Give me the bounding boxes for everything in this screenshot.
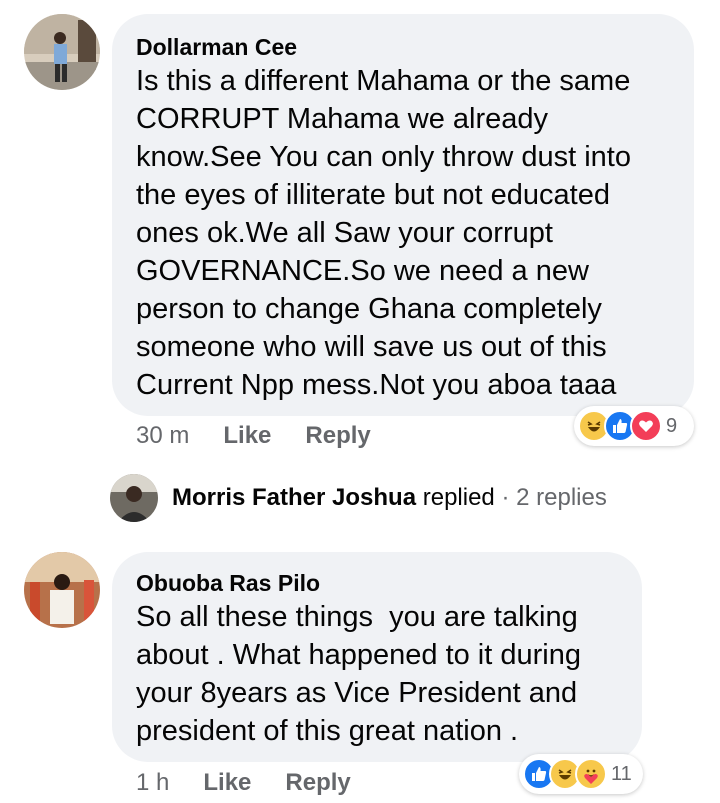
reply-separator: · (501, 484, 510, 511)
view-replies-link[interactable]: Morris Father Joshua replied · 2 replies (172, 481, 607, 515)
like-button[interactable]: Like (203, 769, 251, 797)
comment-author[interactable]: Dollarman Cee (136, 32, 670, 62)
comment-bubble: Obuoba Ras Pilo So all these things you … (112, 552, 642, 762)
reply-button[interactable]: Reply (285, 769, 350, 797)
like-button[interactable]: Like (223, 422, 271, 450)
comment-timestamp[interactable]: 30 m (136, 422, 189, 450)
avatar[interactable] (24, 14, 100, 90)
comment-timestamp[interactable]: 1 h (136, 769, 169, 797)
reply-button[interactable]: Reply (305, 422, 370, 450)
reply-author[interactable]: Morris Father Joshua (172, 484, 416, 512)
reaction-count: 9 (666, 414, 678, 437)
reaction-count: 11 (611, 762, 632, 785)
comment-text: So all these things you are talking abou… (136, 601, 581, 747)
comment-meta: 30 m Like Reply (136, 419, 405, 453)
avatar[interactable] (24, 552, 100, 628)
reply-count[interactable]: 2 replies (516, 484, 607, 512)
reply-action-text: replied (422, 484, 495, 511)
reaction-summary[interactable]: 11 (519, 754, 643, 794)
love-reaction-icon (630, 410, 662, 442)
comment-bubble: Dollarman Cee Is this a different Mahama… (112, 14, 694, 416)
comment-author[interactable]: Obuoba Ras Pilo (136, 568, 618, 598)
comment-meta: 1 h Like Reply (136, 766, 385, 800)
comment-text: Is this a different Mahama or the same C… (136, 65, 631, 401)
reaction-summary[interactable]: 9 (574, 406, 694, 446)
reply-avatar[interactable] (110, 474, 158, 522)
care-reaction-icon (575, 758, 607, 790)
